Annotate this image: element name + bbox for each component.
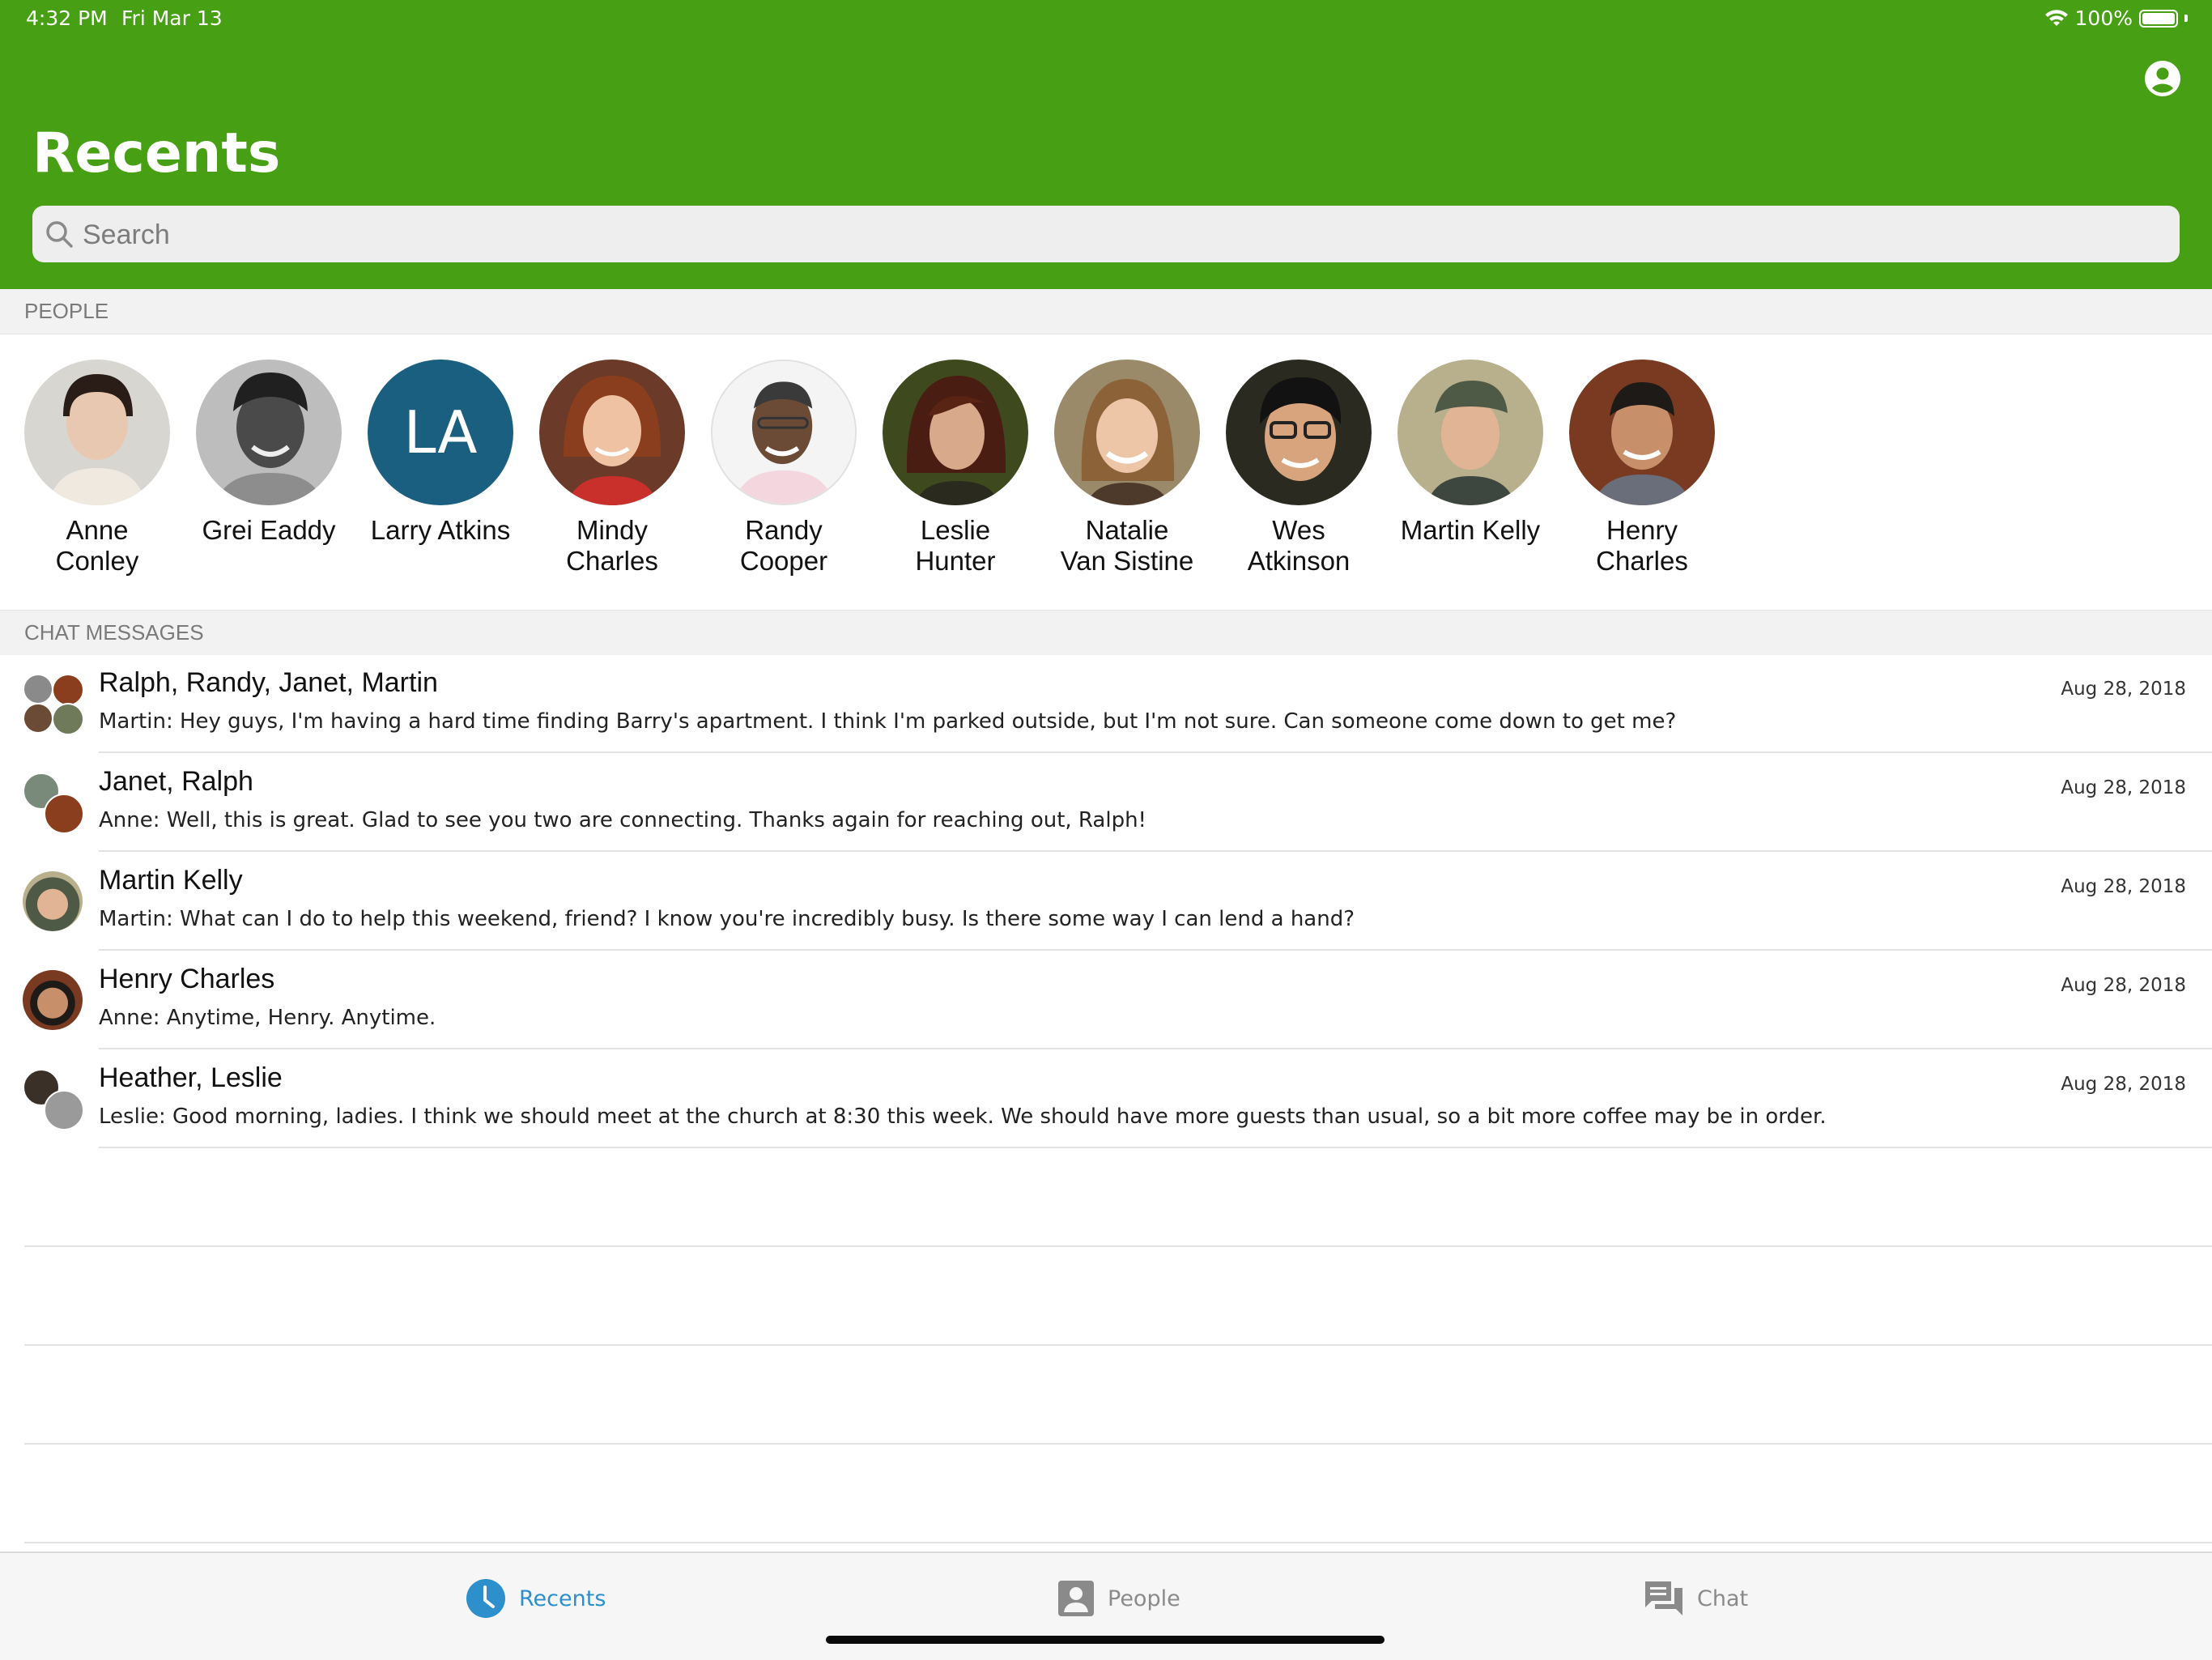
avatar: [539, 360, 685, 505]
person-name: Grei Eaddy: [202, 515, 336, 545]
empty-row-divider: [24, 1245, 2212, 1247]
avatar: [23, 970, 84, 1032]
person-grei-eaddy[interactable]: Grei Eaddy: [183, 360, 355, 546]
tab-people[interactable]: People: [1057, 1576, 1180, 1621]
group-avatar: [23, 674, 84, 735]
chat-snippet: Leslie: Good morning, ladies. I think we…: [99, 1105, 1827, 1129]
chat-date: Aug 28, 2018: [2061, 777, 2186, 798]
avatar: [1569, 360, 1715, 505]
chat-title: Henry Charles: [99, 964, 275, 994]
chat-date: Aug 28, 2018: [2061, 1074, 2186, 1095]
search-input[interactable]: [81, 212, 2157, 258]
chat-date: Aug 28, 2018: [2061, 679, 2186, 700]
person-martin-kelly[interactable]: Martin Kelly: [1385, 360, 1556, 546]
people-row: Anne Conley Grei Eaddy LA Larry Atkins Mi…: [0, 360, 2212, 594]
person-name: Larry Atkins: [370, 515, 511, 545]
person-anne-conley[interactable]: Anne Conley: [11, 360, 183, 577]
person-card-icon: [1058, 1581, 1094, 1616]
avatar: [883, 360, 1028, 505]
person-name: Natalie Van Sistine: [1060, 515, 1194, 576]
chat-section-header: CHAT MESSAGES: [0, 610, 2212, 655]
person-name: Mindy Charles: [566, 515, 658, 576]
status-date: Fri Mar 13: [121, 6, 223, 30]
wifi-icon: [2044, 9, 2068, 26]
avatar: [1054, 360, 1200, 505]
group-avatar: [23, 1069, 84, 1130]
avatar: [1226, 360, 1372, 505]
empty-row-divider: [24, 1542, 2212, 1543]
chat-title: Ralph, Randy, Janet, Martin: [99, 667, 438, 698]
initials-avatar: LA: [368, 360, 513, 505]
chat-date: Aug 28, 2018: [2061, 876, 2186, 897]
group-avatar: [23, 773, 84, 834]
status-time: 4:32 PM: [26, 6, 108, 30]
person-mindy-charles[interactable]: Mindy Charles: [526, 360, 698, 577]
person-natalie-van-sistine[interactable]: Natalie Van Sistine: [1041, 360, 1213, 577]
empty-row-divider: [24, 1344, 2212, 1346]
chat-title: Janet, Ralph: [99, 766, 253, 797]
person-larry-atkins[interactable]: LA Larry Atkins: [355, 360, 526, 546]
person-leslie-hunter[interactable]: Leslie Hunter: [870, 360, 1041, 577]
tab-chat[interactable]: Chat: [1644, 1576, 1748, 1621]
chat-row[interactable]: Janet, Ralph Anne: Well, this is great. …: [0, 753, 2212, 852]
person-henry-charles[interactable]: Henry Charles: [1556, 360, 1728, 577]
tab-recents[interactable]: Recents: [466, 1576, 606, 1621]
chat-snippet: Martin: What can I do to help this weeke…: [99, 907, 1355, 931]
person-name: Henry Charles: [1596, 515, 1688, 576]
chat-snippet: Anne: Well, this is great. Glad to see y…: [99, 808, 1146, 832]
page-title: Recents: [32, 121, 281, 185]
people-section-header: PEOPLE: [0, 289, 2212, 334]
chat-snippet: Anne: Anytime, Henry. Anytime.: [99, 1006, 436, 1030]
clock-icon: [466, 1579, 505, 1618]
chat-date: Aug 28, 2018: [2061, 975, 2186, 996]
battery-icon: [2139, 9, 2178, 28]
person-randy-cooper[interactable]: Randy Cooper: [698, 360, 870, 577]
person-name: Wes Atkinson: [1247, 515, 1351, 576]
avatar: [1397, 360, 1543, 505]
app-header: 4:32 PM Fri Mar 13 100% Recents: [0, 0, 2212, 289]
chat-row[interactable]: Ralph, Randy, Janet, Martin Martin: Hey …: [0, 654, 2212, 753]
avatar: [23, 871, 84, 933]
person-wes-atkinson[interactable]: Wes Atkinson: [1213, 360, 1385, 577]
chat-row[interactable]: Henry Charles Anne: Anytime, Henry. Anyt…: [0, 951, 2212, 1049]
avatar: [711, 360, 857, 505]
search-bar[interactable]: [32, 206, 2180, 262]
chat-title: Martin Kelly: [99, 865, 243, 896]
person-name: Randy Cooper: [739, 515, 828, 576]
person-circle-icon[interactable]: [2144, 60, 2181, 97]
chat-row[interactable]: Martin Kelly Martin: What can I do to he…: [0, 852, 2212, 951]
tab-label: Recents: [519, 1586, 606, 1611]
person-name: Martin Kelly: [1400, 515, 1541, 545]
person-name: Leslie Hunter: [915, 515, 996, 576]
home-indicator: [826, 1636, 1385, 1644]
person-name: Anne Conley: [55, 515, 139, 576]
chat-bubbles-icon: [1645, 1581, 1682, 1615]
search-icon: [46, 221, 73, 248]
avatar: [24, 360, 170, 505]
battery-percent: 100%: [2074, 6, 2133, 30]
avatar: [196, 360, 342, 505]
chat-snippet: Martin: Hey guys, I'm having a hard time…: [99, 709, 1677, 734]
chat-title: Heather, Leslie: [99, 1062, 283, 1093]
tab-label: People: [1108, 1586, 1180, 1611]
empty-row-divider: [24, 1443, 2212, 1445]
chat-row[interactable]: Heather, Leslie Leslie: Good morning, la…: [0, 1049, 2212, 1148]
chat-list: Ralph, Randy, Janet, Martin Martin: Hey …: [0, 654, 2212, 1148]
tab-label: Chat: [1697, 1586, 1749, 1611]
status-indicators: 100%: [2044, 6, 2188, 30]
